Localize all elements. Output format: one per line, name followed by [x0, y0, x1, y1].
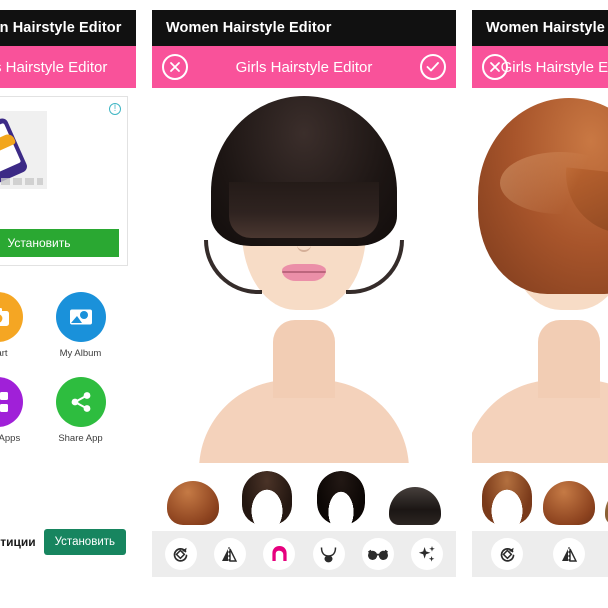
statusbar-title: Women Hairstyle Editor [486, 20, 608, 36]
hairstyle-icon[interactable] [263, 538, 296, 570]
banner-text: Инвестиции [0, 535, 36, 549]
statusbar: Women Hairstyle Editor [152, 10, 456, 46]
screenshot-gallery: Women Hairstyle Editor Girls Hairstyle E… [0, 0, 608, 608]
hairstyle-thumbnail-strip[interactable] [152, 463, 456, 531]
sparkle-effects-icon[interactable] [411, 538, 444, 570]
applied-hairstyle-overlay[interactable] [211, 96, 397, 246]
flip-horizontal-icon[interactable] [553, 538, 585, 570]
ad-card[interactable]: ! Установить [0, 96, 128, 266]
home-item-label: More Apps [0, 433, 21, 444]
panel-home-with-ad: Women Hairstyle Editor Girls Hairstyle E… [0, 10, 136, 598]
appbar: Girls Hairstyle Editor [0, 46, 136, 88]
home-item-start[interactable]: Start [0, 292, 34, 359]
check-circle-icon[interactable] [420, 54, 446, 80]
hairstyle-thumb-long-curly-black[interactable] [311, 469, 371, 531]
hair-wisp-left [204, 240, 262, 294]
reset-rotate-icon[interactable] [164, 538, 197, 570]
camera-icon [0, 292, 23, 342]
hair-wisp-right [346, 240, 404, 294]
statusbar: Women Hairstyle Editor [472, 10, 608, 46]
apps-icon [0, 377, 23, 427]
neck [538, 320, 600, 398]
editor-canvas[interactable] [152, 88, 456, 463]
hairstyle-thumb-auburn-bob-bangs[interactable] [163, 469, 223, 531]
bangs [229, 182, 379, 238]
ad-install-button[interactable]: Установить [0, 229, 119, 257]
share-icon [55, 377, 106, 427]
home-item-label: My Album [59, 348, 102, 359]
appbar: Girls Hairstyle Editor [472, 46, 608, 88]
editor-toolbar [152, 531, 456, 577]
close-circle-icon[interactable] [482, 54, 508, 80]
home-item-my-album[interactable]: My Album [45, 292, 117, 359]
lips [282, 264, 326, 281]
home-item-more-apps[interactable]: More Apps [0, 377, 34, 444]
hairstyle-thumb-auburn-bob-bangs[interactable] [539, 469, 599, 531]
close-circle-icon[interactable] [162, 54, 188, 80]
panel-editor-auburn-bob: Women Hairstyle Editor Girls Hairstyle E… [472, 10, 608, 598]
hairstyle-thumb-blonde-strands[interactable] [601, 469, 608, 531]
side-sweep-fringe [560, 167, 608, 237]
home-item-label: Share App [58, 433, 103, 444]
hairstyle-thumb-long-wavy-brown[interactable] [237, 469, 297, 531]
ad-image [0, 111, 47, 189]
statusbar-title: Women Hairstyle Editor [0, 20, 122, 36]
ad-info-icon[interactable]: ! [109, 103, 121, 115]
applied-hairstyle-overlay[interactable] [478, 98, 608, 294]
statusbar: Women Hairstyle Editor [0, 10, 136, 46]
album-icon [55, 292, 106, 342]
hairstyle-thumb-black-clip-in-bangs[interactable] [385, 469, 445, 531]
appbar-title: Girls Hairstyle Editor [0, 58, 108, 76]
appbar-title: Girls Hairstyle Editor [235, 58, 373, 76]
bottom-ad-banner[interactable]: Инвестиции Установить [0, 520, 136, 564]
hairstyle-thumb-auburn-long-side[interactable] [477, 469, 537, 531]
flip-horizontal-icon[interactable] [213, 538, 246, 570]
statusbar-title: Women Hairstyle Editor [166, 20, 332, 36]
home-icon-grid: Start My Album More Apps Share App [0, 266, 136, 444]
editor-toolbar [472, 531, 608, 577]
hairstyle-thumbnail-strip[interactable] [472, 463, 608, 531]
reset-rotate-icon[interactable] [491, 538, 523, 570]
model-photo [472, 88, 608, 463]
home-item-label: Start [0, 348, 8, 359]
necklace-icon[interactable] [312, 538, 345, 570]
panel-editor-dark-bangs: Women Hairstyle Editor Girls Hairstyle E… [152, 10, 456, 598]
ad-phone-graphic [0, 116, 29, 188]
sunglasses-icon[interactable] [361, 538, 394, 570]
appbar: Girls Hairstyle Editor [152, 46, 456, 88]
home-item-share-app[interactable]: Share App [45, 377, 117, 444]
neck [273, 320, 335, 398]
ad-image-caption-lines [0, 178, 43, 185]
model-photo [189, 88, 419, 463]
banner-install-button[interactable]: Установить [43, 529, 126, 555]
editor-canvas[interactable] [472, 88, 608, 463]
